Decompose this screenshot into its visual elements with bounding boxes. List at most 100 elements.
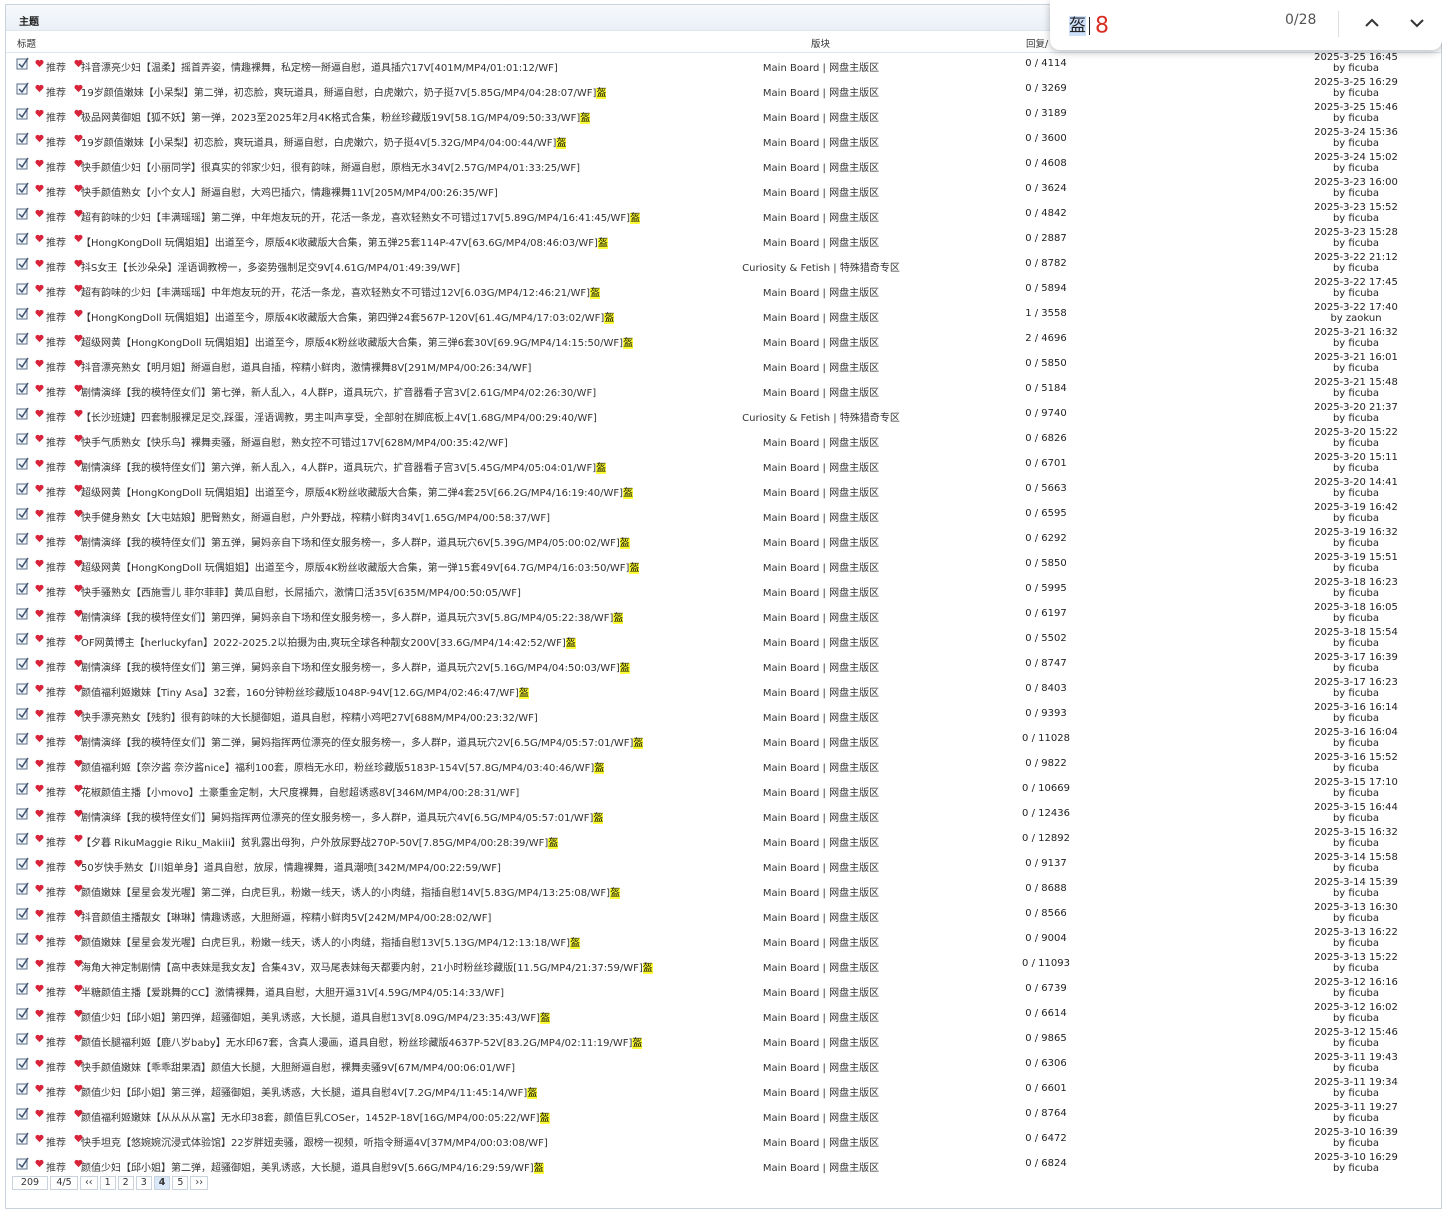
thread-row[interactable]: 推荐 超级网黄【HongKongDoll 玩偶姐姐】出道至今，原版4K粉丝收藏版大… xyxy=(6,552,1441,578)
board-link[interactable]: Main Board | 网盘主版区 xyxy=(661,359,981,374)
thread-title-link[interactable]: 剧情演绎【我的模特侄女们】第三弹，舅妈亲自下场和侄女服务榜一，多人群P，道具玩穴… xyxy=(81,659,630,674)
thread-row[interactable]: 推荐 颜值福利姬嫩妹【Tiny Asa】32套，160分钟粉丝珍藏版1048P-9… xyxy=(6,677,1441,703)
board-link[interactable]: Main Board | 网盘主版区 xyxy=(661,384,981,399)
board-link[interactable]: Main Board | 网盘主版区 xyxy=(661,909,981,924)
last-post-username[interactable]: ficuba xyxy=(1348,488,1379,499)
board-link[interactable]: Main Board | 网盘主版区 xyxy=(661,659,981,674)
thread-row[interactable]: 推荐 剧情演绎【我的模特侄女们】舅妈指挥两位漂亮的侄女服务榜一，多人群P，道具玩穴… xyxy=(6,802,1441,828)
thread-title-link[interactable]: 颜值长腿福利姬【鹿八岁baby】无水印67套，含真人漫画，道具自慰，粉丝珍藏版4… xyxy=(81,1034,643,1049)
thread-title-link[interactable]: 快手颜值熟女【小个女人】掰逼自慰，大鸡巴插穴，情趣裸舞11V[205M/MP4/… xyxy=(81,184,498,199)
board-link[interactable]: Main Board | 网盘主版区 xyxy=(661,809,981,824)
last-post-username[interactable]: ficuba xyxy=(1348,363,1379,374)
last-post-username[interactable]: ficuba xyxy=(1348,788,1379,799)
thread-row[interactable]: 推荐 快手颜值少妇【小丽同学】很真实的邻家少妇，很有韵味，掰逼自慰，原档无水34V… xyxy=(6,152,1441,178)
thread-row[interactable]: 推荐 颜值福利姬嫩妹【从从从从富】无水印38套，颜值巨乳COSer，1452P-1… xyxy=(6,1102,1441,1128)
last-post-username[interactable]: ficuba xyxy=(1348,388,1379,399)
thread-title-link[interactable]: 海角大神定制剧情【高中表妹是我女友】合集43V，双马尾表妹每天都要内射，21小时… xyxy=(81,959,653,974)
thread-title-link[interactable]: 50岁快手熟女【川姐单身】道具自慰，放尿，情趣裸舞，道具潮喷[342M/MP4/… xyxy=(81,859,501,874)
board-link[interactable]: Main Board | 网盘主版区 xyxy=(661,559,981,574)
thread-title-link[interactable]: 剧情演绎【我的模特侄女们】舅妈指挥两位漂亮的侄女服务榜一，多人群P，道具玩穴4V… xyxy=(81,809,604,824)
thread-title-link[interactable]: 快手坦克【悠婉婉沉浸式体验馆】22岁胖妞卖骚，跟榜一视频，听指令掰逼4V[37M… xyxy=(81,1134,548,1149)
last-post-username[interactable]: ficuba xyxy=(1348,538,1379,549)
thread-title-link[interactable]: 半糖颜值主播【爱跳舞的CC】激情裸舞，道具自慰，大胆开逼31V[4.59G/MP… xyxy=(81,984,504,999)
thread-title-link[interactable]: 颜值福利姬嫩妹【从从从从富】无水印38套，颜值巨乳COSer，1452P-18V… xyxy=(81,1109,550,1124)
thread-title-link[interactable]: 超级网黄【HongKongDoll 玩偶姐姐】出道至今，原版4K粉丝收藏版大合集… xyxy=(81,334,634,349)
last-post-username[interactable]: ficuba xyxy=(1348,988,1379,999)
thread-title-link[interactable]: 剧情演绎【我的模特侄女们】第六弹，新人乱入，4人群P，道具玩穴，扩音器看子宫3V… xyxy=(81,459,607,474)
board-link[interactable]: Main Board | 网盘主版区 xyxy=(661,959,981,974)
last-post-username[interactable]: ficuba xyxy=(1348,1088,1379,1099)
thread-title-link[interactable]: 剧情演绎【我的模特侄女们】第四弹，舅妈亲自下场和侄女服务榜一，多人群P，道具玩穴… xyxy=(81,609,624,624)
thread-title-link[interactable]: OF网黄博主【herluckyfan】2022-2025.2以拍摄为由,爽玩全球… xyxy=(81,634,576,649)
thread-title-link[interactable]: 抖音颜值主播靓女【琳琳】情趣诱惑，大胆掰逼，榨精小鲜肉5V[242M/MP4/0… xyxy=(81,909,491,924)
last-post-username[interactable]: ficuba xyxy=(1348,938,1379,949)
last-post-username[interactable]: ficuba xyxy=(1348,1113,1379,1124)
thread-title-link[interactable]: 剧情演绎【我的模特侄女们】第七弹，新人乱入，4人群P，道具玩穴，扩音器看子宫3V… xyxy=(81,384,596,399)
thread-row[interactable]: 推荐 19岁颜值嫩妹【小呆梨】第二弹，初恋脸，爽玩道具，掰逼自慰，白虎嫩穴，奶子挺… xyxy=(6,77,1441,103)
last-post-username[interactable]: ficuba xyxy=(1348,963,1379,974)
last-post-username[interactable]: zaokun xyxy=(1346,313,1382,324)
board-link[interactable]: Main Board | 网盘主版区 xyxy=(661,1134,981,1149)
last-post-username[interactable]: ficuba xyxy=(1348,838,1379,849)
thread-row[interactable]: 推荐 颜值长腿福利姬【鹿八岁baby】无水印67套，含真人漫画，道具自慰，粉丝珍藏… xyxy=(6,1027,1441,1053)
thread-title-link[interactable]: 超有韵味的少妇【丰满瑶瑶】第二弹，中年炮友玩的开，花活一条龙，喜欢轻熟女不可错过… xyxy=(81,209,641,224)
board-link[interactable]: Main Board | 网盘主版区 xyxy=(661,159,981,174)
last-post-username[interactable]: ficuba xyxy=(1348,63,1379,74)
find-input[interactable]: 盔8 xyxy=(1069,11,1109,39)
board-link[interactable]: Main Board | 网盘主版区 xyxy=(661,1009,981,1024)
thread-row[interactable]: 推荐 剧情演绎【我的模特侄女们】第七弹，新人乱入，4人群P，道具玩穴，扩音器看子宫… xyxy=(6,377,1441,403)
board-link[interactable]: Main Board | 网盘主版区 xyxy=(661,684,981,699)
thread-title-link[interactable]: 抖音漂亮熟女【明月姐】掰逼自慰，道具自插，榨精小鲜肉，激情裸舞8V[291M/M… xyxy=(81,359,531,374)
board-link[interactable]: Main Board | 网盘主版区 xyxy=(661,434,981,449)
last-post-username[interactable]: ficuba xyxy=(1348,138,1379,149)
board-link[interactable]: Main Board | 网盘主版区 xyxy=(661,584,981,599)
thread-title-link[interactable]: 花椒颜值主播【小movo】土豪重金定制，大尺度裸舞，自慰超诱惑8V[346M/M… xyxy=(81,784,519,799)
last-post-username[interactable]: ficuba xyxy=(1348,288,1379,299)
thread-title-link[interactable]: 快手漂亮熟女【残豹】很有韵味的大长腿御姐，道具自慰，榨精小鸡吧27V[688M/… xyxy=(81,709,538,724)
board-link[interactable]: Main Board | 网盘主版区 xyxy=(661,184,981,199)
board-link[interactable]: Main Board | 网盘主版区 xyxy=(661,859,981,874)
board-link[interactable]: Main Board | 网盘主版区 xyxy=(661,1109,981,1124)
last-post-username[interactable]: ficuba xyxy=(1348,463,1379,474)
find-next-button[interactable] xyxy=(1404,10,1430,36)
thread-row[interactable]: 推荐 超级网黄【HongKongDoll 玩偶姐姐】出道至今，原版4K粉丝收藏版大… xyxy=(6,327,1441,353)
thread-row[interactable]: 推荐 快手健身熟女【大屯姑娘】肥臀熟女，掰逼自慰，户外野战，榨精小鲜肉34V[1.… xyxy=(6,502,1441,528)
board-link[interactable]: Main Board | 网盘主版区 xyxy=(661,1159,981,1174)
pager-page-5[interactable]: 5 xyxy=(172,1176,189,1190)
board-link[interactable]: Main Board | 网盘主版区 xyxy=(661,734,981,749)
pager-page-4[interactable]: 4 xyxy=(153,1176,171,1190)
last-post-username[interactable]: ficuba xyxy=(1348,713,1379,724)
pager-page-1[interactable]: 1 xyxy=(99,1176,116,1190)
board-link[interactable]: Main Board | 网盘主版区 xyxy=(661,759,981,774)
last-post-username[interactable]: ficuba xyxy=(1348,188,1379,199)
thread-row[interactable]: 推荐 超级网黄【HongKongDoll 玩偶姐姐】出道至今，原版4K粉丝收藏版大… xyxy=(6,477,1441,503)
thread-row[interactable]: 推荐 快手坦克【悠婉婉沉浸式体验馆】22岁胖妞卖骚，跟榜一视频，听指令掰逼4V[3… xyxy=(6,1127,1441,1153)
last-post-username[interactable]: ficuba xyxy=(1348,1038,1379,1049)
thread-title-link[interactable]: 19岁颜值嫩妹【小呆梨】初恋脸，爽玩道具，掰逼自慰，白虎嫩穴，奶子挺4V[5.3… xyxy=(81,134,567,149)
last-post-username[interactable]: ficuba xyxy=(1348,613,1379,624)
thread-row[interactable]: 推荐 【HongKongDoll 玩偶姐姐】出道至今，原版4K收藏版大合集，第五弹… xyxy=(6,227,1441,253)
thread-row[interactable]: 推荐 OF网黄博主【herluckyfan】2022-2025.2以拍摄为由,爽玩… xyxy=(6,627,1441,653)
last-post-username[interactable]: ficuba xyxy=(1348,113,1379,124)
thread-title-link[interactable]: 19岁颜值嫩妹【小呆梨】第二弹，初恋脸，爽玩道具，掰逼自慰，白虎嫩穴，奶子挺7V… xyxy=(81,84,607,99)
thread-title-link[interactable]: 抖S女王【长沙朵朵】淫语调教榜一，多姿势强制足交9V[4.61G/MP4/01:… xyxy=(81,259,460,274)
board-link[interactable]: Main Board | 网盘主版区 xyxy=(661,59,981,74)
last-post-username[interactable]: ficuba xyxy=(1348,413,1379,424)
board-link[interactable]: Main Board | 网盘主版区 xyxy=(661,784,981,799)
last-post-username[interactable]: ficuba xyxy=(1348,688,1379,699)
board-link[interactable]: Main Board | 网盘主版区 xyxy=(661,609,981,624)
last-post-username[interactable]: ficuba xyxy=(1348,1163,1379,1174)
last-post-username[interactable]: ficuba xyxy=(1348,263,1379,274)
thread-title-link[interactable]: 快手颜值少妇【小丽同学】很真实的邻家少妇，很有韵味，掰逼自慰，原档无水34V[2… xyxy=(81,159,580,174)
thread-row[interactable]: 推荐 抖音颜值主播靓女【琳琳】情趣诱惑，大胆掰逼，榨精小鲜肉5V[242M/MP4… xyxy=(6,902,1441,928)
pager-first-button[interactable]: ‹‹ xyxy=(80,1176,98,1190)
last-post-username[interactable]: ficuba xyxy=(1348,438,1379,449)
thread-row[interactable]: 推荐 剧情演绎【我的模特侄女们】第二弹，舅妈指挥两位漂亮的侄女服务榜一，多人群P，… xyxy=(6,727,1441,753)
thread-title-link[interactable]: 超级网黄【HongKongDoll 玩偶姐姐】出道至今，原版4K粉丝收藏版大合集… xyxy=(81,484,634,499)
last-post-username[interactable]: ficuba xyxy=(1348,238,1379,249)
thread-title-link[interactable]: 超有韵味的少妇【丰满瑶瑶】中年炮友玩的开，花活一条龙，喜欢轻熟女不可错过12V[… xyxy=(81,284,601,299)
thread-row[interactable]: 推荐 剧情演绎【我的模特侄女们】第三弹，舅妈亲自下场和侄女服务榜一，多人群P，道具… xyxy=(6,652,1441,678)
thread-row[interactable]: 推荐 抖S女王【长沙朵朵】淫语调教榜一，多姿势强制足交9V[4.61G/MP4/0… xyxy=(6,252,1441,278)
pager-page-2[interactable]: 2 xyxy=(117,1176,134,1190)
thread-title-link[interactable]: 【HongKongDoll 玩偶姐姐】出道至今，原版4K收藏版大合集，第五弹25… xyxy=(81,234,608,249)
